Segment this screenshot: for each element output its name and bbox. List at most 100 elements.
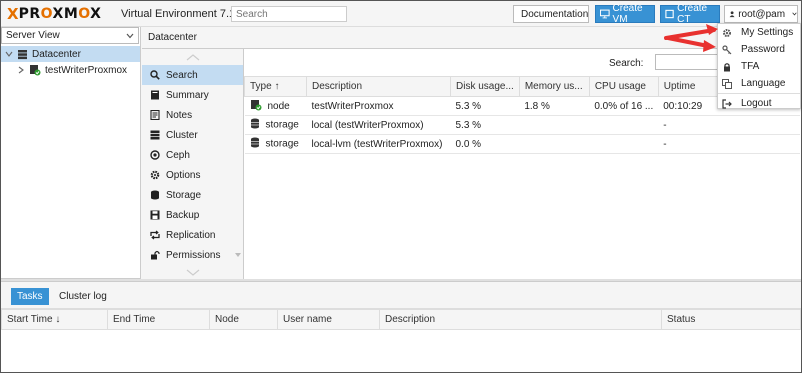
lock-icon	[724, 62, 730, 71]
view-selector[interactable]: Server View	[1, 27, 139, 44]
menu-item-my-settings[interactable]: My Settings	[718, 24, 800, 41]
user-icon	[729, 11, 735, 18]
storage-icon	[250, 137, 260, 151]
menu-item-language[interactable]: Language	[718, 75, 800, 92]
resource-tree-panel: Server View Datacenter testWriterProxmox	[1, 27, 141, 279]
gear-icon	[150, 170, 160, 180]
column-header-cpu[interactable]: CPU usage	[588, 76, 659, 97]
menu-item-tfa[interactable]: TFA	[718, 58, 800, 75]
nav-item-storage[interactable]: Storage	[142, 185, 243, 205]
column-header-start-time[interactable]: Start Time ↓	[1, 309, 108, 330]
node-online-icon	[250, 99, 262, 114]
nav-item-label: Cluster	[166, 129, 198, 141]
column-header-description[interactable]: Description	[306, 76, 451, 97]
bottom-log-panel: Tasks Cluster log Start Time ↓ End Time …	[1, 281, 801, 372]
nav-item-notes[interactable]: Notes	[142, 105, 243, 125]
nav-item-ceph[interactable]: Ceph	[142, 145, 243, 165]
cell-description: testWriterProxmox	[306, 96, 451, 116]
tree-expand-icon[interactable]	[17, 66, 25, 74]
column-header-memory[interactable]: Memory us...	[518, 76, 590, 97]
nav-item-label: Ceph	[166, 149, 190, 161]
cell-cpu	[589, 134, 659, 154]
nav-item-backup[interactable]: Backup	[142, 205, 243, 225]
monitor-icon	[600, 9, 610, 19]
nav-item-label: Backup	[166, 209, 200, 221]
arrow-to-my-settings	[664, 24, 718, 40]
scroll-down-icon[interactable]	[142, 265, 243, 279]
column-header-node[interactable]: Node	[209, 309, 278, 330]
cell-type: node	[244, 96, 307, 116]
book-icon	[150, 90, 160, 100]
menu-item-password[interactable]: Password	[718, 41, 800, 58]
nav-item-options[interactable]: Options	[142, 165, 243, 185]
scroll-up-icon[interactable]	[142, 49, 243, 65]
floppy-icon	[150, 210, 160, 220]
nav-item-label: Permissions	[166, 249, 221, 261]
create-ct-label: Create CT	[677, 3, 708, 25]
menu-item-label: Logout	[741, 98, 772, 109]
cell-disk: 5.3 %	[450, 115, 520, 135]
language-icon	[722, 78, 732, 89]
menu-divider	[718, 93, 800, 94]
documentation-button[interactable]: Documentation	[513, 5, 589, 23]
user-menu-button[interactable]: root@pam	[724, 5, 798, 23]
user-dropdown-menu: My Settings Password TFA Language Logout	[717, 23, 801, 109]
menu-item-label: My Settings	[741, 27, 794, 38]
server-icon	[150, 130, 160, 140]
global-search-input[interactable]	[231, 6, 347, 22]
nav-item-label: Storage	[166, 189, 202, 201]
tree-item-node[interactable]: testWriterProxmox	[1, 62, 140, 78]
proxmox-logo: X PROXMOX	[7, 5, 101, 23]
logout-icon	[722, 98, 732, 109]
nav-item-permissions[interactable]: Permissions	[142, 245, 243, 265]
menu-item-label: TFA	[741, 61, 760, 72]
nav-item-label: Replication	[166, 229, 216, 241]
column-header-disk[interactable]: Disk usage...	[450, 76, 520, 97]
column-header-type[interactable]: Type ↑	[244, 76, 307, 97]
cell-type: storage	[244, 134, 307, 154]
tree-item-label: Datacenter	[32, 48, 81, 60]
arrow-to-password	[666, 36, 716, 52]
create-vm-button[interactable]: Create VM	[595, 3, 655, 25]
cell-type-label: node	[267, 100, 290, 112]
nav-item-summary[interactable]: Summary	[142, 85, 243, 105]
tree-collapse-icon[interactable]	[5, 50, 13, 58]
cell-uptime: -	[658, 115, 800, 135]
cell-disk: 5.3 %	[450, 96, 520, 116]
chevron-down-icon	[126, 33, 134, 38]
create-ct-button[interactable]: Create CT	[660, 3, 720, 25]
log-header-row: Start Time ↓ End Time Node User name Des…	[1, 309, 801, 330]
menu-item-label: Language	[741, 78, 786, 89]
user-label: root@pam	[738, 8, 786, 20]
table-row[interactable]: storage local-lvm (testWriterProxmox) 0.0 …	[244, 134, 800, 154]
menu-item-logout[interactable]: Logout	[718, 95, 800, 112]
nav-item-replication[interactable]: Replication	[142, 225, 243, 245]
create-vm-label: Create VM	[612, 3, 643, 25]
tab-tasks[interactable]: Tasks	[11, 288, 49, 305]
cell-cpu	[589, 115, 659, 135]
datacenter-nav-menu: Search Summary Notes Cluster Ceph Options Stor…	[142, 49, 244, 279]
notes-icon	[150, 110, 160, 120]
view-selector-label: Server View	[6, 30, 60, 41]
column-header-user-name[interactable]: User name	[277, 309, 380, 330]
nav-item-search[interactable]: Search	[142, 65, 243, 85]
cell-memory	[519, 115, 590, 135]
cell-memory: 1.8 %	[519, 96, 590, 116]
column-header-end-time[interactable]: End Time	[107, 309, 210, 330]
cell-memory	[519, 134, 590, 154]
nav-item-cluster[interactable]: Cluster	[142, 125, 243, 145]
cube-icon	[665, 9, 674, 19]
unlock-icon	[150, 250, 160, 260]
version-label: Virtual Environment 7.1-9	[121, 8, 245, 20]
table-row[interactable]: storage local (testWriterProxmox) 5.3 % -	[244, 115, 800, 135]
task-log-table: Start Time ↓ End Time Node User name Des…	[1, 309, 801, 330]
tab-cluster-log[interactable]: Cluster log	[53, 288, 113, 305]
nav-item-label: Search	[166, 69, 198, 81]
column-header-status[interactable]: Status	[661, 309, 801, 330]
log-tabs: Tasks Cluster log	[1, 282, 801, 309]
chevron-down-icon[interactable]	[234, 250, 242, 261]
logo-mark: X	[7, 5, 19, 23]
cell-description: local (testWriterProxmox)	[306, 115, 451, 135]
column-header-description[interactable]: Description	[379, 309, 662, 330]
tree-item-datacenter[interactable]: Datacenter	[1, 46, 140, 62]
